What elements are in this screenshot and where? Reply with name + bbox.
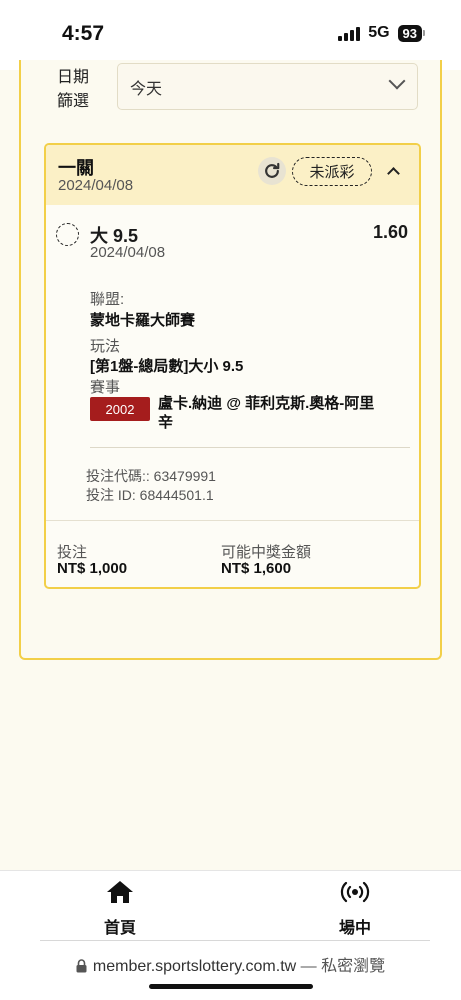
status-badge: 未派彩 xyxy=(292,157,372,186)
refresh-button[interactable] xyxy=(258,157,286,185)
date-filter-select[interactable]: 今天 xyxy=(117,63,418,110)
url-text: member.sportslottery.com.tw xyxy=(92,958,297,975)
league-label: 聯盟: xyxy=(90,291,125,308)
lock-icon xyxy=(76,959,87,973)
divider xyxy=(46,520,419,521)
match-id-badge: 2002 xyxy=(90,397,150,421)
payout-label: 可能中獎金額 xyxy=(221,544,312,561)
bottom-nav: 首頁 場中 xyxy=(0,870,461,940)
date-filter-label: 日期 篩選 xyxy=(57,69,90,110)
play-value: [第1盤-總局數]大小 9.5 xyxy=(90,358,244,375)
stake-value: NT$ 1,000 xyxy=(57,560,128,577)
chevron-up-icon[interactable] xyxy=(387,167,400,180)
play-label: 玩法 xyxy=(90,338,121,355)
main-content: 日期 篩選 今天 一關 2024/04/08 未派彩 大 9.5 2024/04… xyxy=(0,60,461,870)
bet-card-header[interactable]: 一關 2024/04/08 未派彩 xyxy=(46,145,419,205)
nav-home[interactable]: 首頁 xyxy=(70,879,170,938)
bet-code: 投注代碼:: 63479991 xyxy=(86,468,216,484)
status-time: 4:57 xyxy=(62,22,105,45)
bet-history-panel: 日期 篩選 今天 一關 2024/04/08 未派彩 大 9.5 2024/04… xyxy=(19,60,442,660)
bet-id: 投注 ID: 68444501.1 xyxy=(86,487,214,503)
nav-live[interactable]: 場中 xyxy=(305,879,405,938)
selection-date: 2024/04/08 xyxy=(90,244,166,261)
match-name: 盧卡.納迪 @ 菲利克斯.奧格-阿里辛 xyxy=(158,395,375,431)
nav-live-label: 場中 xyxy=(338,920,371,937)
browser-url-bar[interactable]: member.sportslottery.com.tw — 私密瀏覽 xyxy=(0,940,461,1000)
selection-odds: 1.60 xyxy=(372,222,408,242)
league-value: 蒙地卡羅大師賽 xyxy=(90,312,196,329)
bet-date: 2024/04/08 xyxy=(58,177,134,194)
nav-home-label: 首頁 xyxy=(103,920,136,937)
home-indicator[interactable] xyxy=(149,984,313,989)
selection-status-icon xyxy=(56,223,79,246)
private-browsing-label: — 私密瀏覽 xyxy=(296,958,386,975)
event-label: 賽事 xyxy=(90,379,121,396)
url-display[interactable]: member.sportslottery.com.tw — 私密瀏覽 xyxy=(0,952,461,976)
divider xyxy=(90,447,410,448)
battery-level: 93 xyxy=(397,24,422,42)
network-type: 5G xyxy=(368,24,390,41)
signal-icon xyxy=(338,26,361,41)
home-icon xyxy=(107,881,133,903)
status-indicators: 5G 93 xyxy=(338,24,425,42)
payout-value: NT$ 1,600 xyxy=(221,560,292,577)
divider xyxy=(40,940,430,941)
refresh-icon xyxy=(265,162,280,178)
bet-card: 一關 2024/04/08 未派彩 大 9.5 2024/04/08 1.60 … xyxy=(44,143,421,589)
chevron-down-icon xyxy=(388,72,406,90)
date-filter-value: 今天 xyxy=(130,80,163,98)
stake-label: 投注 xyxy=(57,544,88,561)
battery-icon: 93 xyxy=(397,24,425,42)
broadcast-icon xyxy=(340,881,370,903)
